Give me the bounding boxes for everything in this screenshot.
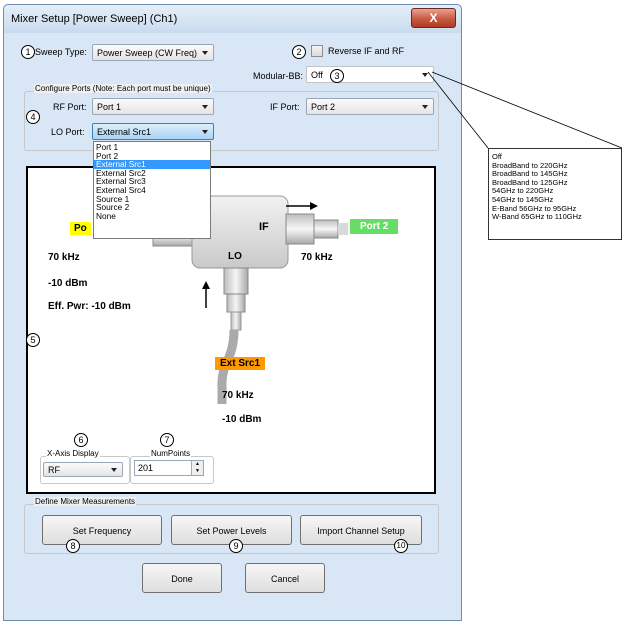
mixer-diagram-panel: Po IF LO Port 2 70 kHz 70 kHz -10 dBm Ef… xyxy=(26,166,436,494)
close-button[interactable]: X xyxy=(411,8,456,28)
xaxis-value: RF xyxy=(48,465,60,475)
callout-10: 10 xyxy=(394,539,408,553)
callout-8: 8 xyxy=(66,539,80,553)
configure-ports-label: Configure Ports (Note: Each port must be… xyxy=(34,84,212,93)
rf-port-label: RF Port: xyxy=(53,102,87,112)
sweep-type-select[interactable]: Power Sweep (CW Freq) xyxy=(92,44,214,61)
modular-bb-option: W-Band 65GHz to 110GHz xyxy=(492,212,582,222)
lo-port-select[interactable]: External Src1 xyxy=(92,123,214,140)
if-port-label: IF Port: xyxy=(270,102,300,112)
callout-4: 4 xyxy=(26,110,40,124)
callout-3: 3 xyxy=(330,69,344,83)
lo-power: -10 dBm xyxy=(222,414,262,425)
sweep-type-label: Sweep Type: xyxy=(35,47,87,57)
callout-1: 1 xyxy=(21,45,35,59)
if-port-select[interactable]: Port 2 xyxy=(306,98,434,115)
lo-source-tag: Ext Src1 xyxy=(215,357,266,370)
modular-bb-options-callout: Off BroadBand to 220GHz BroadBand to 145… xyxy=(488,148,622,240)
if-connector xyxy=(285,213,315,245)
rf-effective-power: Eff. Pwr: -10 dBm xyxy=(48,301,131,312)
cancel-button[interactable]: Cancel xyxy=(245,563,325,593)
set-frequency-button[interactable]: Set Frequency xyxy=(42,515,162,545)
callout-5: 5 xyxy=(26,333,40,347)
chevron-down-icon xyxy=(202,51,208,55)
rf-port-select[interactable]: Port 1 xyxy=(92,98,214,115)
modular-bb-label: Modular-BB: xyxy=(253,71,304,81)
xaxis-label: X-Axis Display xyxy=(46,449,100,458)
lo-freq: 70 kHz xyxy=(222,390,254,401)
rf-port-tag: Po xyxy=(70,222,91,235)
mixer-diagram xyxy=(152,195,348,404)
rf-freq: 70 kHz xyxy=(48,252,80,263)
callout-9: 9 xyxy=(229,539,243,553)
spin-down-icon[interactable]: ▼ xyxy=(191,468,203,475)
chevron-down-icon xyxy=(202,130,208,134)
modular-bb-select[interactable]: Off xyxy=(306,66,434,83)
done-button[interactable]: Done xyxy=(142,563,222,593)
chevron-down-icon xyxy=(422,73,428,77)
lo-port-label: LO Port: xyxy=(51,127,85,137)
numpoints-label: NumPoints xyxy=(150,449,192,458)
chevron-down-icon xyxy=(111,468,117,472)
if-port-tag: Port 2 xyxy=(350,219,399,234)
lo-port-value: External Src1 xyxy=(97,127,152,137)
if-freq: 70 kHz xyxy=(301,252,333,263)
chevron-down-icon xyxy=(422,105,428,109)
callout-2: 2 xyxy=(292,45,306,59)
measurements-label: Define Mixer Measurements xyxy=(34,497,137,506)
numpoints-input[interactable]: 201 ▲ ▼ xyxy=(134,460,204,476)
window-title: Mixer Setup [Power Sweep] (Ch1) xyxy=(11,13,178,25)
lo-block-label: LO xyxy=(228,251,242,262)
title-bar: Mixer Setup [Power Sweep] (Ch1) X xyxy=(4,5,461,33)
modular-bb-value: Off xyxy=(311,70,323,80)
if-block-label: IF xyxy=(259,221,269,233)
lo-port-dropdown-list: Port 1 Port 2 External Src1 External Src… xyxy=(93,141,211,239)
reverse-if-rf-checkbox[interactable] xyxy=(311,45,323,57)
rf-port-value: Port 1 xyxy=(97,102,122,112)
chevron-down-icon xyxy=(202,105,208,109)
callout-6: 6 xyxy=(74,433,88,447)
reverse-if-rf-label: Reverse IF and RF xyxy=(328,46,405,56)
numpoints-value: 201 xyxy=(138,463,154,473)
if-port-value: Port 2 xyxy=(311,102,336,112)
spin-up-icon[interactable]: ▲ xyxy=(191,461,203,468)
lo-connector xyxy=(223,267,249,295)
lo-option[interactable]: None xyxy=(94,212,210,221)
xaxis-select[interactable]: RF xyxy=(43,462,123,477)
rf-power: -10 dBm xyxy=(48,278,88,289)
sweep-type-value: Power Sweep (CW Freq) xyxy=(97,48,198,58)
callout-7: 7 xyxy=(160,433,174,447)
